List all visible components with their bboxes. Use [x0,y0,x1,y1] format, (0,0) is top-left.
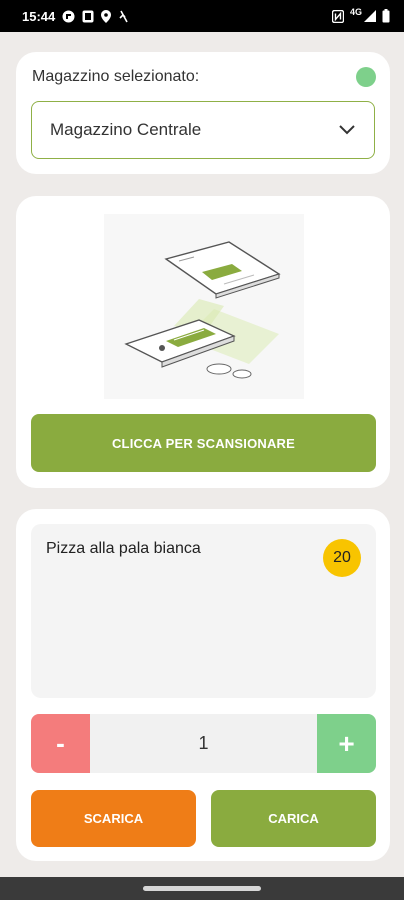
warehouse-card: Magazzino selezionato: Magazzino Central… [16,52,390,174]
nfc-icon [331,9,344,23]
increment-button[interactable]: + [317,714,376,773]
quantity-stepper: - 1 + [31,714,376,773]
navigation-bar [0,877,404,900]
app-notification-icon [62,10,75,23]
warehouse-label: Magazzino selezionato: [32,68,200,85]
decrement-button[interactable]: - [31,714,90,773]
home-gesture-handle[interactable] [143,886,261,891]
product-info-box: Pizza alla pala bianca 20 [31,524,376,698]
connection-status-indicator [356,67,376,87]
signal-icon [364,10,376,22]
barcode-scan-illustration [104,214,304,399]
network-type: 4G [349,7,362,17]
battery-icon [382,9,390,23]
warehouse-dropdown[interactable]: Magazzino Centrale [31,101,375,159]
scan-button[interactable]: CLICCA PER SCANSIONARE [31,414,376,472]
product-card: Pizza alla pala bianca 20 - 1 + SCARICA … [16,509,390,861]
warehouse-selected-value: Magazzino Centrale [50,120,202,139]
status-time: 15:44 [22,8,56,24]
data-saver-icon [118,10,130,23]
stock-badge: 20 [323,539,361,577]
location-icon [101,9,112,23]
product-name: Pizza alla pala bianca [46,540,201,557]
scan-card: CLICCA PER SCANSIONARE [16,196,390,488]
load-button[interactable]: CARICA [211,790,376,847]
quantity-value[interactable]: 1 [90,714,317,773]
status-bar: 15:44 4G [0,0,404,32]
unload-button[interactable]: SCARICA [31,790,196,847]
chevron-down-icon [338,124,356,136]
app-notification-icon [82,10,94,23]
